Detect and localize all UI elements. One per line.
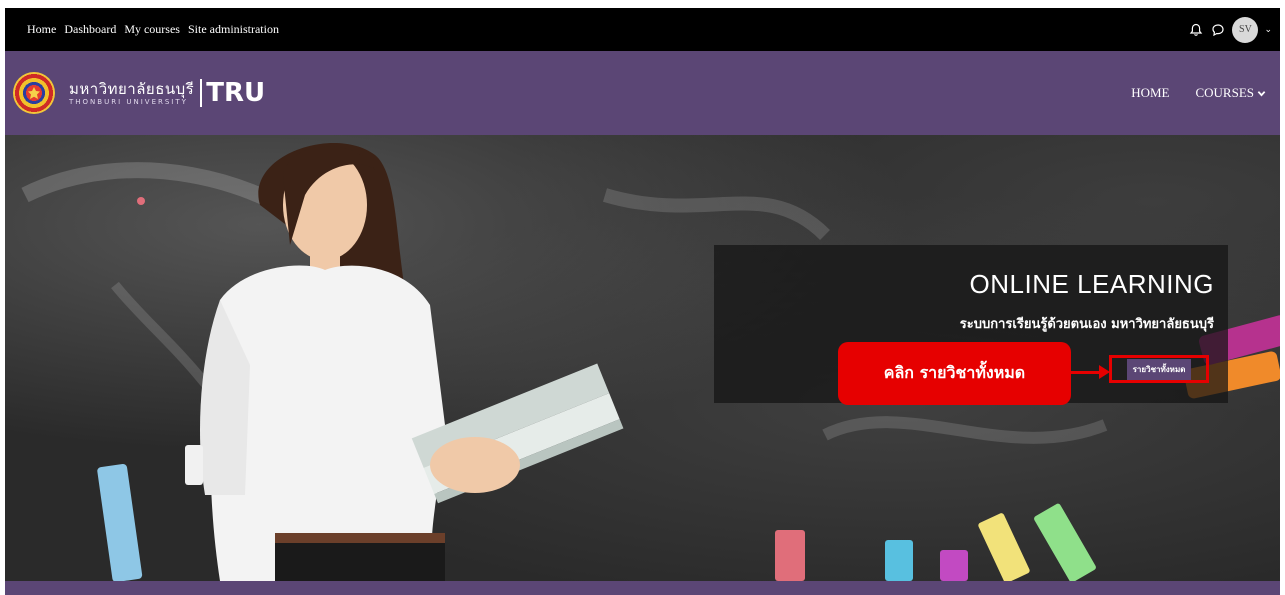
nav-link-home[interactable]: Home xyxy=(27,22,56,37)
site-logo[interactable]: มหาวิทยาลัยธนบุรี THONBURI UNIVERSITY TR… xyxy=(13,72,265,114)
hero-title: ONLINE LEARNING xyxy=(969,269,1214,299)
all-courses-button[interactable]: รายวิชาทั้งหมด xyxy=(1126,358,1192,380)
bell-icon[interactable] xyxy=(1188,22,1204,38)
chevron-down-icon[interactable]: ⌄ xyxy=(1264,24,1272,35)
logo-abbreviation: TRU xyxy=(200,79,265,107)
nav-link-dashboard[interactable]: Dashboard xyxy=(64,22,116,37)
main-nav-courses-label: COURSES xyxy=(1195,85,1254,100)
callout-arrow-line xyxy=(1071,371,1101,374)
chevron-down-icon xyxy=(1257,90,1266,96)
all-courses-highlight: รายวิชาทั้งหมด xyxy=(1109,355,1209,383)
instruction-callout: คลิก รายวิชาทั้งหมด xyxy=(838,342,1071,405)
nav-link-site-administration[interactable]: Site administration xyxy=(188,22,279,37)
university-seal-icon xyxy=(13,72,55,114)
site-header: มหาวิทยาลัยธนบุรี THONBURI UNIVERSITY TR… xyxy=(5,51,1280,135)
logo-english-name: THONBURI UNIVERSITY xyxy=(69,97,188,106)
top-navbar: Home Dashboard My courses Site administr… xyxy=(5,8,1280,51)
hero-banner: ONLINE LEARNING ระบบการเรียนรู้ด้วยตนเอง… xyxy=(5,135,1280,581)
nav-link-my-courses[interactable]: My courses xyxy=(124,22,180,37)
main-nav-courses[interactable]: COURSES xyxy=(1195,85,1266,101)
avatar[interactable]: SV xyxy=(1232,16,1259,43)
main-nav: HOME COURSES xyxy=(1131,51,1266,135)
hero-subtitle: ระบบการเรียนรู้ด้วยตนเอง มหาวิทยาลัยธนบุ… xyxy=(959,317,1214,332)
logo-wordmark: มหาวิทยาลัยธนบุรี THONBURI UNIVERSITY xyxy=(69,81,194,106)
footer-bar xyxy=(5,581,1280,595)
page-frame: Home Dashboard My courses Site administr… xyxy=(5,8,1280,595)
arrow-right-icon xyxy=(1099,365,1110,379)
top-nav-links: Home Dashboard My courses Site administr… xyxy=(5,22,279,37)
logo-thai-name: มหาวิทยาลัยธนบุรี xyxy=(69,79,195,98)
callout-text: คลิก รายวิชาทั้งหมด xyxy=(883,363,1026,382)
user-controls: SV ⌄ xyxy=(1188,8,1272,51)
main-nav-home[interactable]: HOME xyxy=(1131,85,1169,101)
chat-icon[interactable] xyxy=(1210,22,1226,38)
